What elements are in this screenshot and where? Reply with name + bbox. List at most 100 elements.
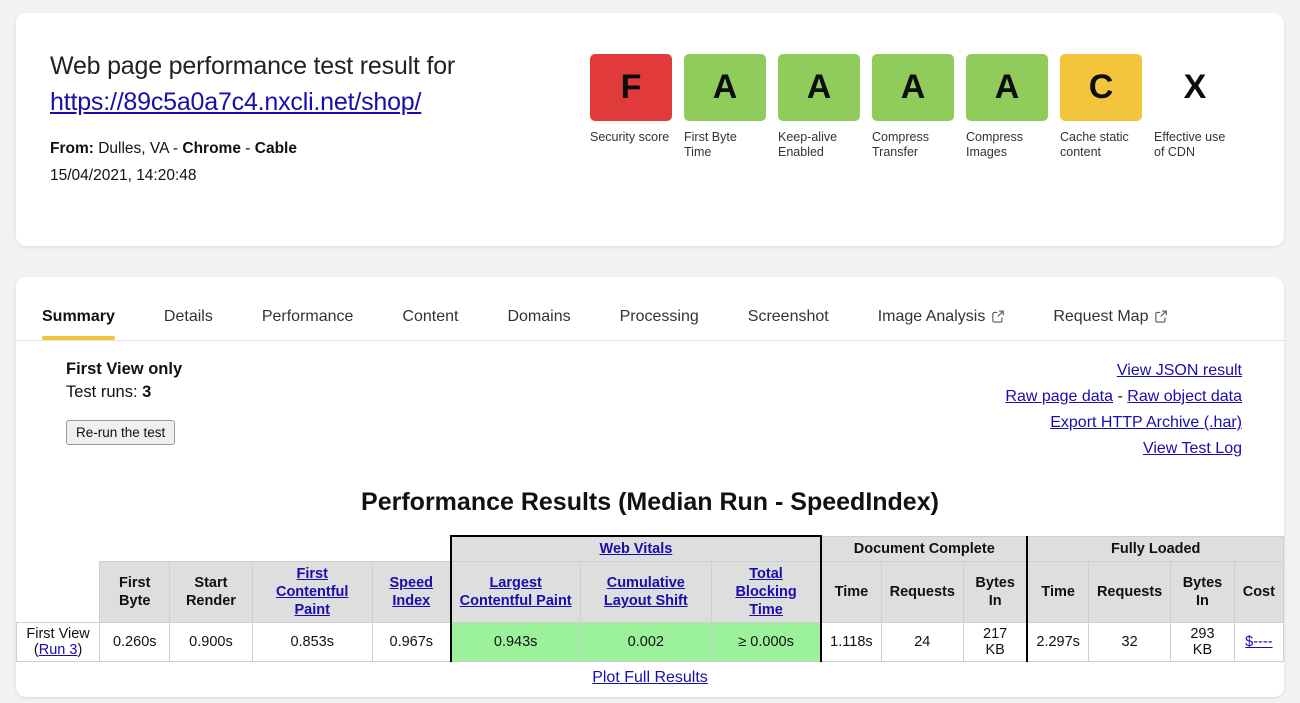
tab-label: Processing — [619, 308, 699, 325]
view-test-log-link[interactable]: View Test Log — [1143, 440, 1242, 457]
table-row: First View (Run 3) 0.260s 0.900s 0.853s … — [16, 622, 1284, 662]
tab-performance[interactable]: Performance — [262, 308, 354, 340]
test-runs-label: Test runs: — [66, 383, 138, 401]
grade-label: Compress Transfer — [872, 130, 929, 159]
column-header-largest-contentful-paint: Largest Contentful Paint — [449, 561, 581, 623]
cell-fl-time: 2.297s — [1026, 622, 1089, 662]
grade-badge-list: F Security score A First Byte Time A Keep-ali… — [590, 49, 1236, 186]
grade-badge: A Keep-alive Enabled — [778, 54, 860, 186]
export-har-row: Export HTTP Archive (.har) — [1005, 410, 1242, 436]
grade-label: Keep-alive Enabled — [778, 130, 838, 159]
test-runs-value: 3 — [142, 383, 152, 401]
grade-letter-box: A — [966, 54, 1048, 121]
cell-first-contentful-paint: 0.853s — [251, 622, 373, 662]
grade-letter-box: F — [590, 54, 672, 121]
raw-links-separator: - — [1117, 388, 1123, 405]
first-contentful-paint-link[interactable]: First Contentful Paint — [276, 566, 348, 618]
column-header-first-contentful-paint: First Contentful Paint — [251, 561, 373, 623]
tab-label: Screenshot — [747, 308, 829, 325]
test-summary-card: Web page performance test result for htt… — [16, 13, 1284, 246]
cell-first-byte: 0.260s — [99, 622, 171, 662]
cost-link[interactable]: $---- — [1245, 634, 1272, 650]
grade-letter-box: X — [1183, 68, 1207, 106]
column-header-start-render: Start Render — [169, 561, 253, 623]
results-table-body: First View (Run 3) 0.260s 0.900s 0.853s … — [16, 622, 1284, 662]
cell-dc-time: 1.118s — [820, 622, 882, 662]
tab-request-map[interactable]: Request Map — [1053, 308, 1168, 340]
export-http-archive-link[interactable]: Export HTTP Archive (.har) — [1050, 414, 1242, 431]
group-header-row: Web Vitals Document Complete Fully Loade… — [16, 535, 1284, 562]
column-header-fl-cost: Cost — [1233, 561, 1284, 623]
grade-label: Compress Images — [966, 130, 1023, 159]
cell-fl-requests: 32 — [1087, 622, 1172, 662]
column-header-fl-bytes-in: Bytes In — [1170, 561, 1235, 623]
tab-image-analysis[interactable]: Image Analysis — [878, 308, 1005, 340]
from-label: From: — [50, 140, 94, 157]
grade-badge: A First Byte Time — [684, 54, 766, 186]
results-table-head: Web Vitals Document Complete Fully Loade… — [16, 535, 1284, 623]
summary-meta: First View only Test runs: 3 Re-run the … — [16, 341, 1284, 462]
tab-label: Details — [163, 308, 213, 325]
tab-label: Content — [402, 308, 459, 325]
plot-full-results-link[interactable]: Plot Full Results — [592, 669, 708, 686]
cumulative-layout-shift-link[interactable]: Cumulative Layout Shift — [604, 575, 688, 609]
grade-letter-box: A — [684, 54, 766, 121]
grade-label: Security score — [590, 130, 670, 144]
speed-index-link[interactable]: Speed Index — [390, 575, 434, 609]
cell-largest-contentful-paint: 0.943s — [449, 622, 581, 662]
column-header-dc-time: Time — [820, 561, 882, 623]
grade-letter-box: C — [1060, 54, 1142, 121]
run-link[interactable]: Run 3 — [39, 642, 78, 658]
view-mode-label: First View only — [66, 360, 183, 378]
tab-processing[interactable]: Processing — [620, 308, 699, 340]
cell-speed-index: 0.967s — [371, 622, 452, 662]
test-location-line: From: Dulles, VA - Chrome - Cable — [50, 139, 590, 159]
page-root: Web page performance test result for htt… — [0, 0, 1300, 703]
view-log-row: View Test Log — [1005, 436, 1242, 462]
test-info: Web page performance test result for htt… — [50, 49, 590, 186]
tab-label: Summary — [42, 308, 115, 325]
tab-details[interactable]: Details — [164, 308, 213, 340]
grade-badge: F Security score — [590, 54, 672, 186]
tab-label: Request Map — [1053, 308, 1149, 325]
column-header-speed-index: Speed Index — [371, 561, 452, 623]
column-header-fl-time: Time — [1026, 561, 1089, 623]
tested-url-link[interactable]: https://89c5a0a7c4.nxcli.net/shop/ — [50, 85, 421, 119]
view-json-row: View JSON result — [1005, 358, 1242, 384]
results-heading: Performance Results (Median Run - SpeedI… — [361, 488, 939, 516]
separator-1: - — [172, 140, 179, 157]
tab-content[interactable]: Content — [402, 308, 458, 340]
rerun-test-button[interactable]: Re-run the test — [66, 420, 176, 445]
results-tabs: Summary Details Performance Content Domains P… — [16, 277, 1284, 341]
group-blank-basic — [99, 536, 451, 562]
web-vitals-link[interactable]: Web Vitals — [600, 541, 673, 557]
summary-meta-left: First View only Test runs: 3 Re-run the … — [66, 358, 182, 462]
cell-total-blocking-time: ≥ 0.000s — [710, 622, 823, 662]
cell-fl-bytes-in: 293 KB — [1170, 622, 1235, 662]
grade-letter-box: A — [872, 54, 954, 121]
tab-summary[interactable]: Summary — [42, 308, 115, 340]
raw-object-data-link[interactable]: Raw object data — [1127, 388, 1242, 405]
tab-screenshot[interactable]: Screenshot — [748, 308, 829, 340]
grade-badge: X Effective use of CDN — [1154, 54, 1236, 186]
external-link-icon — [991, 310, 1005, 323]
column-header-dc-bytes-in: Bytes In — [962, 561, 1029, 623]
column-header-fl-requests: Requests — [1087, 561, 1172, 623]
cell-dc-requests: 24 — [880, 622, 964, 662]
column-header-total-blocking-time: Total Blocking Time — [710, 561, 823, 623]
grade-badge: A Compress Images — [966, 54, 1048, 186]
performance-results-table: Web Vitals Document Complete Fully Loade… — [16, 535, 1284, 662]
grade-label: Cache static content — [1060, 130, 1129, 159]
tab-label: Performance — [261, 308, 354, 325]
largest-contentful-paint-link[interactable]: Largest Contentful Paint — [460, 575, 572, 609]
external-link-icon — [1154, 310, 1168, 323]
column-header-first-byte: First Byte — [99, 561, 171, 623]
connection-type: Cable — [254, 140, 297, 157]
column-header-row: First Byte Start Render First Contentful… — [16, 561, 1284, 623]
grade-badge: A Compress Transfer — [872, 54, 954, 186]
grade-badge: C Cache static content — [1060, 54, 1142, 186]
view-json-result-link[interactable]: View JSON result — [1117, 362, 1242, 379]
total-blocking-time-link[interactable]: Total Blocking Time — [735, 566, 796, 618]
tab-domains[interactable]: Domains — [507, 308, 570, 340]
raw-page-data-link[interactable]: Raw page data — [1005, 388, 1113, 405]
